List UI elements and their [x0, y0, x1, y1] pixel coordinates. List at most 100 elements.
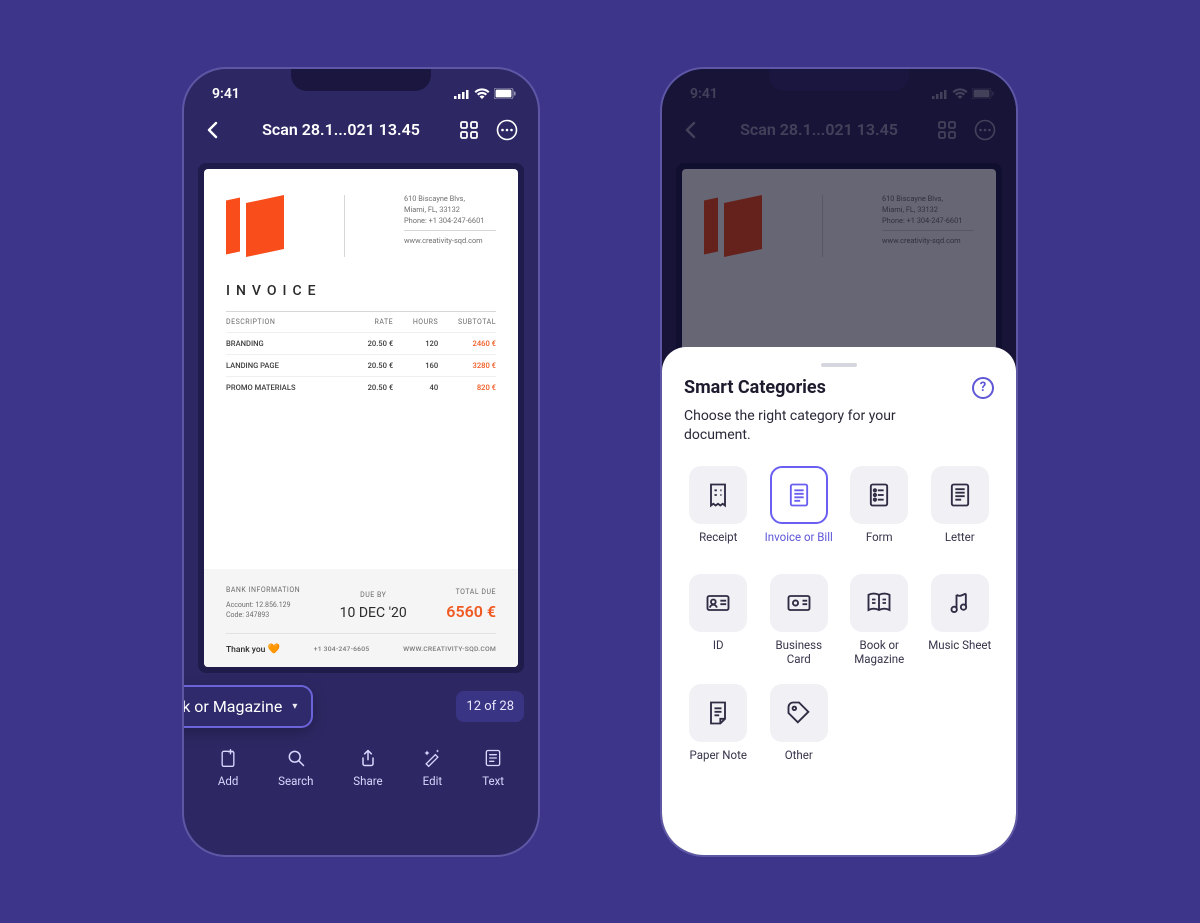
company-phone: Phone: +1 304-247-6601: [404, 215, 496, 226]
note-icon: [704, 699, 732, 727]
cell: 3280 €: [438, 361, 496, 370]
table-row: LANDING PAGE 20.50 € 160 3280 €: [226, 354, 496, 376]
category-paper-note[interactable]: Paper Note: [684, 684, 753, 774]
category-business-card[interactable]: Business Card: [765, 574, 834, 667]
category-selector[interactable]: Book or Magazine ▾: [182, 685, 313, 728]
invoice-title: INVOICE: [226, 283, 496, 299]
signal-icon: [454, 89, 470, 99]
share-icon: [358, 748, 378, 768]
letter-icon: [946, 481, 974, 509]
receipt-icon: [704, 481, 732, 509]
tool-label: Edit: [423, 774, 442, 788]
category-invoice[interactable]: Invoice or Bill: [765, 466, 834, 556]
category-label: Form: [866, 530, 893, 556]
category-label: Letter: [945, 530, 975, 556]
grid-icon: [459, 120, 479, 140]
smart-categories-sheet: Smart Categories ? Choose the right cate…: [662, 347, 1016, 855]
bank-title: BANK INFORMATION: [226, 585, 300, 596]
invoice-icon: [785, 481, 813, 509]
form-icon: [865, 481, 893, 509]
company-addr1: 610 Biscayne Blvs,: [404, 193, 496, 204]
cell: PROMO MATERIALS: [226, 383, 348, 392]
total-due: TOTAL DUE 6560 €: [446, 588, 496, 621]
cell: LANDING PAGE: [226, 361, 348, 370]
share-button[interactable]: Share: [353, 748, 382, 788]
sheet-title: Smart Categories: [684, 377, 826, 398]
bottom-toolbar: Add Search Share Edit Text: [184, 734, 538, 806]
cell: BRANDING: [226, 339, 348, 348]
search-button[interactable]: Search: [278, 748, 313, 788]
tool-label: Text: [482, 774, 504, 788]
magic-icon: [422, 748, 442, 768]
category-music-sheet[interactable]: Music Sheet: [926, 574, 995, 667]
col-rate: RATE: [348, 318, 393, 326]
cell: 20.50 €: [348, 383, 393, 392]
cell: 40: [393, 383, 438, 392]
category-grid: Receipt Invoice or Bill Form Letter ID B: [684, 466, 994, 775]
invoice-table: DESCRIPTION RATE HOURS SUBTOTAL BRANDING…: [226, 311, 496, 398]
category-letter[interactable]: Letter: [926, 466, 995, 556]
col-sub: SUBTOTAL: [438, 318, 496, 326]
chevron-down-icon: ▾: [292, 701, 297, 712]
category-form[interactable]: Form: [845, 466, 914, 556]
bank-account: Account: 12.856.129: [226, 600, 300, 611]
due-label: DUE BY: [340, 591, 407, 599]
thanks-text: Thank you 🧡: [226, 644, 280, 655]
edit-button[interactable]: Edit: [422, 748, 442, 788]
category-book[interactable]: Book or Magazine: [845, 574, 914, 667]
category-label: Receipt: [699, 530, 737, 556]
search-icon: [286, 748, 306, 768]
app-header: Scan 28.1...021 13.45: [184, 107, 538, 157]
footer-phone: +1 304-247-6605: [314, 645, 370, 653]
col-hours: HOURS: [393, 318, 438, 326]
cell: 2460 €: [438, 339, 496, 348]
category-label: Other: [785, 748, 813, 774]
total-value: 6560 €: [446, 602, 496, 621]
thanks-label: Thank you: [226, 645, 265, 655]
category-id[interactable]: ID: [684, 574, 753, 667]
chevron-left-icon: [204, 121, 222, 139]
due-value: 10 DEC '20: [340, 605, 407, 621]
cell: 120: [393, 339, 438, 348]
wifi-icon: [474, 88, 490, 99]
help-button[interactable]: ?: [972, 377, 994, 399]
category-selector-label: Book or Magazine: [182, 697, 282, 716]
footer-site: WWW.CREATIVITY-SQD.COM: [403, 645, 496, 653]
company-site: www.creativity-sqd.com: [404, 235, 496, 246]
battery-icon: [494, 88, 516, 99]
category-label: Invoice or Bill: [765, 530, 833, 556]
device-notch: [291, 69, 431, 91]
tool-label: Add: [218, 774, 238, 788]
sheet-grabber[interactable]: [821, 363, 857, 367]
id-icon: [704, 589, 732, 617]
device-notch: [769, 69, 909, 91]
book-icon: [865, 589, 893, 617]
category-label: Music Sheet: [928, 638, 991, 664]
tool-label: Search: [278, 774, 313, 788]
phone-right: 9:41 Scan 28.1...021 13.45: [660, 67, 1018, 857]
category-receipt[interactable]: Receipt: [684, 466, 753, 556]
heart-icon: 🧡: [268, 644, 280, 655]
more-button[interactable]: [494, 117, 520, 143]
tool-label: Share: [353, 774, 382, 788]
add-button[interactable]: Add: [218, 748, 238, 788]
cell: 20.50 €: [348, 339, 393, 348]
tag-icon: [785, 699, 813, 727]
sheet-subtitle: Choose the right category for your docum…: [684, 407, 944, 446]
document-viewport[interactable]: 610 Biscayne Blvs, Miami, FL, 33132 Phon…: [198, 163, 524, 673]
back-button[interactable]: [200, 117, 226, 143]
table-row: BRANDING 20.50 € 120 2460 €: [226, 332, 496, 354]
bank-info: BANK INFORMATION Account: 12.856.129 Cod…: [226, 585, 300, 621]
more-circle-icon: [496, 119, 518, 141]
company-logo: [226, 199, 284, 253]
category-label: Book or Magazine: [845, 638, 914, 667]
invoice-footer: BANK INFORMATION Account: 12.856.129 Cod…: [204, 569, 518, 667]
grid-button[interactable]: [456, 117, 482, 143]
category-other[interactable]: Other: [765, 684, 834, 774]
add-page-icon: [218, 748, 238, 768]
category-label: Paper Note: [690, 748, 747, 774]
music-icon: [946, 589, 974, 617]
category-label: ID: [713, 638, 724, 664]
table-row: PROMO MATERIALS 20.50 € 40 820 €: [226, 376, 496, 398]
text-button[interactable]: Text: [482, 748, 504, 788]
